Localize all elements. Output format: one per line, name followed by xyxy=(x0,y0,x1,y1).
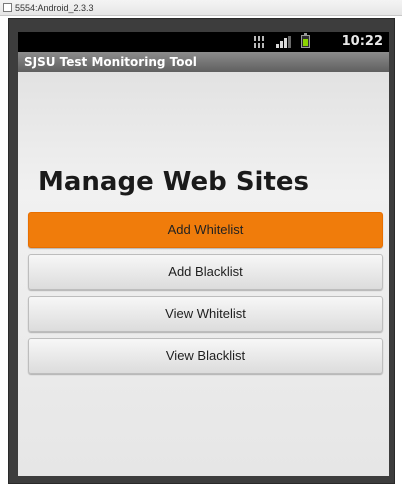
app-titlebar: SJSU Test Monitoring Tool xyxy=(18,52,389,72)
page-title: Manage Web Sites xyxy=(38,167,309,197)
status-bar: 10:22 xyxy=(18,32,389,52)
device-screen: 10:22 SJSU Test Monitoring Tool Manage W… xyxy=(18,32,389,476)
app-title: SJSU Test Monitoring Tool xyxy=(24,55,197,69)
main-content: Manage Web Sites Add Whitelist Add Black… xyxy=(18,72,389,476)
window-title: 5554:Android_2.3.3 xyxy=(15,3,94,13)
network-icon xyxy=(254,36,266,48)
add-blacklist-button[interactable]: Add Blacklist xyxy=(28,254,383,290)
view-blacklist-button[interactable]: View Blacklist xyxy=(28,338,383,374)
window-icon xyxy=(3,3,12,12)
status-time: 10:22 xyxy=(341,34,383,49)
window-titlebar: 5554:Android_2.3.3 xyxy=(0,0,402,16)
battery-charging-icon xyxy=(301,33,310,48)
view-whitelist-button[interactable]: View Whitelist xyxy=(28,296,383,332)
signal-icon xyxy=(276,36,294,48)
add-whitelist-button[interactable]: Add Whitelist xyxy=(28,212,383,248)
